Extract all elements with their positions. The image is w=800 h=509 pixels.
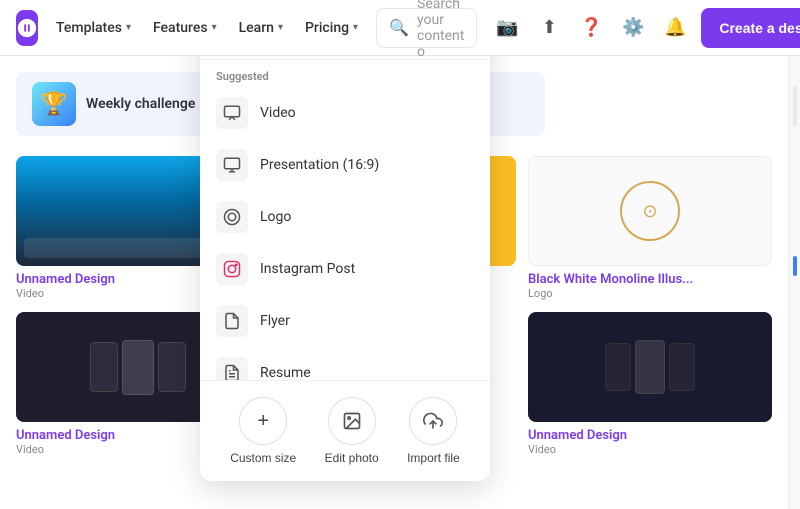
thumb-2: ⊙ <box>528 156 772 266</box>
video-icon <box>216 97 248 129</box>
logo-icon <box>216 201 248 233</box>
dropdown-label-video: Video <box>260 105 296 121</box>
edit-photo-label: Edit photo <box>325 451 379 465</box>
dropdown-item-video[interactable]: Video <box>200 87 490 139</box>
upload-icon: ⬆ <box>542 17 557 38</box>
templates-chevron: ▾ <box>126 22 131 33</box>
navbar: Templates ▾ Features ▾ Learn ▾ Pricing ▾… <box>0 0 800 56</box>
dropdown-label-flyer: Flyer <box>260 313 290 329</box>
search-icon: 🔍 <box>389 18 409 37</box>
search-bar[interactable]: 🔍 Search your content o <box>376 8 477 48</box>
design-card-2[interactable]: ⊙ Black White Monoline Illus... Logo <box>528 156 772 300</box>
main-area: 🏆 Weekly challenge ✈ Canva basics ✦ <box>0 56 800 509</box>
bell-icon: 🔔 <box>664 17 686 38</box>
dropdown-item-presentation[interactable]: Presentation (16:9) <box>200 139 490 191</box>
weekly-challenge-icon: 🏆 <box>32 82 76 126</box>
right-scrollbar <box>788 56 800 509</box>
dropdown-bottom-actions: + Custom size Edit photo Import file <box>200 380 490 481</box>
edit-photo-icon <box>328 397 376 445</box>
edit-photo-button[interactable]: Edit photo <box>325 397 379 465</box>
nav-pricing[interactable]: Pricing ▾ <box>295 14 368 42</box>
dropdown-label-presentation: Presentation (16:9) <box>260 157 379 173</box>
canva-logo[interactable] <box>16 10 38 46</box>
dropdown-item-logo[interactable]: Logo <box>200 191 490 243</box>
design-subtitle-5: Video <box>528 443 772 456</box>
design-title-2: Black White Monoline Illus... <box>528 272 772 287</box>
learn-chevron: ▾ <box>278 22 283 33</box>
presentation-icon <box>216 149 248 181</box>
search-dropdown-panel: 🔍 Suggested Video Presentation (16:9) <box>200 56 490 481</box>
nav-features[interactable]: Features ▾ <box>143 14 227 42</box>
instagram-icon <box>216 253 248 285</box>
search-bar-text: Search your content o <box>417 0 464 60</box>
design-subtitle-2: Logo <box>528 287 772 300</box>
nav-templates[interactable]: Templates ▾ <box>46 14 141 42</box>
notifications-icon-btn[interactable]: 🔔 <box>657 10 693 46</box>
resume-icon <box>216 357 248 380</box>
dropdown-label-instagram: Instagram Post <box>260 261 355 277</box>
help-icon-btn[interactable]: ❓ <box>573 10 609 46</box>
dropdown-label-logo: Logo <box>260 209 291 225</box>
content-area: 🏆 Weekly challenge ✈ Canva basics ✦ <box>0 56 788 509</box>
pricing-chevron: ▾ <box>353 22 358 33</box>
custom-size-button[interactable]: + Custom size <box>230 397 296 465</box>
scrollbar-thumb[interactable] <box>793 256 797 276</box>
camera-icon-btn[interactable]: 📷 <box>489 10 525 46</box>
dropdown-item-flyer[interactable]: Flyer <box>200 295 490 347</box>
camera-icon: 📷 <box>496 17 518 38</box>
dropdown-scroll-area: Suggested Video Presentation (16:9) <box>200 60 490 380</box>
dropdown-label-resume: Resume <box>260 365 311 380</box>
weekly-challenge-label: Weekly challenge <box>86 96 195 112</box>
settings-icon-btn[interactable]: ⚙️ <box>615 10 651 46</box>
flyer-icon <box>216 305 248 337</box>
settings-icon: ⚙️ <box>622 17 644 38</box>
custom-size-label: Custom size <box>230 451 296 465</box>
scrollbar-track <box>793 86 797 126</box>
import-file-button[interactable]: Import file <box>407 397 460 465</box>
thumb-5 <box>528 312 772 422</box>
design-card-5[interactable]: Unnamed Design Video <box>528 312 772 456</box>
nav-learn[interactable]: Learn ▾ <box>229 14 293 42</box>
quick-card-weekly[interactable]: 🏆 Weekly challenge <box>16 72 211 136</box>
dropdown-item-instagram[interactable]: Instagram Post <box>200 243 490 295</box>
nav-icon-group: 📷 ⬆ ❓ ⚙️ 🔔 <box>489 10 693 46</box>
design-title-5: Unnamed Design <box>528 428 772 443</box>
help-icon: ❓ <box>580 17 602 38</box>
create-design-button[interactable]: Create a design <box>701 8 800 48</box>
dropdown-suggested-label: Suggested <box>200 60 490 87</box>
import-file-label: Import file <box>407 451 460 465</box>
nav-items: Templates ▾ Features ▾ Learn ▾ Pricing ▾ <box>46 14 368 42</box>
custom-size-icon: + <box>239 397 287 445</box>
upload-icon-btn[interactable]: ⬆ <box>531 10 567 46</box>
import-file-icon <box>409 397 457 445</box>
features-chevron: ▾ <box>212 22 217 33</box>
dropdown-item-resume[interactable]: Resume <box>200 347 490 380</box>
